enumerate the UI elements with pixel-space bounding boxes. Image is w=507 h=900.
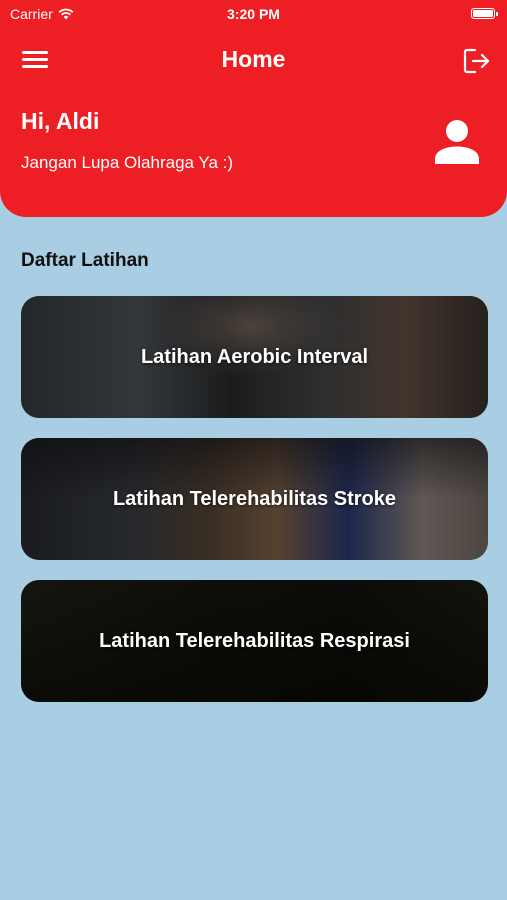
exercise-card-stroke[interactable]: Latihan Telerehabilitas Stroke [21, 438, 488, 560]
section-title: Daftar Latihan [21, 250, 149, 271]
battery-icon [471, 8, 498, 19]
header-panel: Carrier 3:20 PM Home Hi, Aldi Jangan Lup… [0, 0, 507, 217]
user-icon[interactable] [433, 118, 481, 166]
exercise-card-label: Latihan Telerehabilitas Respirasi [99, 629, 410, 652]
status-bar: Carrier 3:20 PM [0, 0, 507, 28]
greeting-subtitle: Jangan Lupa Olahraga Ya :) [21, 153, 234, 172]
exercise-card-label: Latihan Aerobic Interval [140, 345, 369, 368]
exercise-card-respirasi[interactable]: Latihan Telerehabilitas Respirasi [21, 580, 488, 702]
nav-bar: Home [0, 38, 507, 82]
logout-icon[interactable] [463, 48, 491, 74]
greeting-text: Hi, Aldi [21, 108, 100, 134]
page-title: Home [221, 46, 286, 72]
exercise-card-label: Latihan Telerehabilitas Stroke [112, 487, 397, 510]
status-time: 3:20 PM [227, 6, 280, 22]
exercise-card-aerobic[interactable]: Latihan Aerobic Interval [21, 296, 488, 418]
